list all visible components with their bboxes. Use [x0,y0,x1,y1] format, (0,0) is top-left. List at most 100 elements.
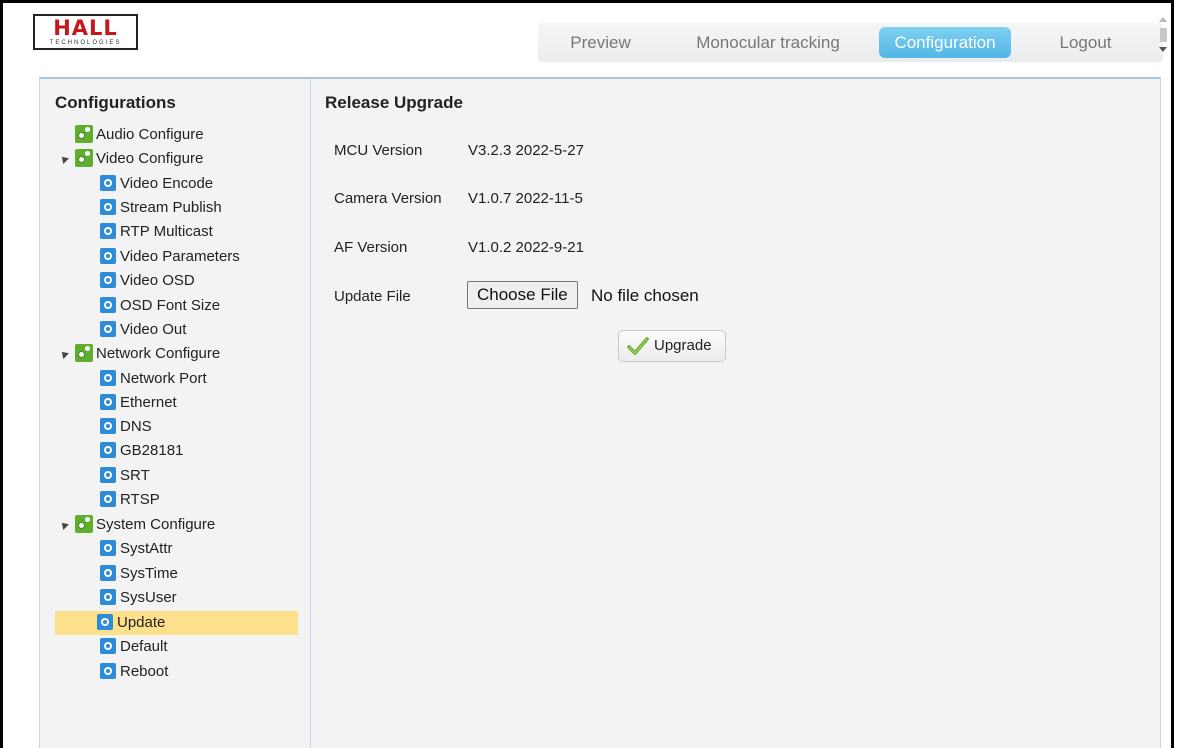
tree-item-inner: Update [97,611,165,635]
tree-item-label: Video Encode [120,175,214,192]
tree-item-label: Reboot [120,663,169,680]
tree-item-label: SystAttr [120,540,173,557]
config-item-icon [100,297,116,313]
tree-item-label: OSD Font Size [120,297,221,314]
upgrade-content: Release Upgrade MCU Version V3.2.3 2022-… [311,79,1160,748]
expanded-arrow-icon[interactable] [59,349,69,359]
config-item-icon [100,223,116,239]
content-title: Release Upgrade [325,93,463,112]
tree-group-network-configure[interactable]: Network Configure [59,342,221,366]
tree-item-label: SRT [120,467,150,484]
config-item-icon [100,248,116,264]
config-item-icon [100,394,116,410]
tree-item-label: Update [117,614,166,631]
config-item-icon [97,614,113,630]
tree-item-label: SysTime [120,565,178,582]
tree-item-label: GB28181 [120,442,184,459]
expanded-arrow-icon[interactable] [59,520,69,530]
config-item-icon [100,175,116,191]
upgrade-button-label: Upgrade [654,337,712,354]
tree-item-stream-publish[interactable]: Stream Publish [100,196,222,220]
config-item-icon [100,638,116,654]
tree-item-systime[interactable]: SysTime [100,562,178,586]
config-group-icon [75,515,93,533]
tree-item-video-out[interactable]: Video Out [100,318,186,342]
config-item-icon [100,540,116,556]
tree-item-label: SysUser [120,589,177,606]
nav-preview[interactable]: Preview [538,23,663,62]
tree-item-label: RTSP [120,491,160,508]
logo-subtext: TECHNOLOGIES [49,40,122,46]
tree-item-systattr[interactable]: SystAttr [100,537,173,561]
tree-group-label: Video Configure [96,150,204,167]
tree-group-label: Network Configure [96,345,221,362]
config-item-icon [100,442,116,458]
logo-text: HALL [53,16,118,40]
tree-item-label: Video Out [120,321,187,338]
top-nav: Preview Monocular tracking Configuration… [538,23,1163,62]
sidebar-title: Configurations [55,93,176,112]
config-item-icon [100,418,116,434]
tree-item-reboot[interactable]: Reboot [100,660,168,684]
tree-item-rtp-multicast[interactable]: RTP Multicast [100,220,213,244]
tree-group-system-configure[interactable]: System Configure [59,513,215,537]
tree-item-srt[interactable]: SRT [100,464,150,488]
hall-logo: HALL TECHNOLOGIES [33,14,138,50]
upgrade-button[interactable]: Upgrade [618,330,726,362]
nav-logout[interactable]: Logout [1028,23,1143,62]
nav-monocular-tracking[interactable]: Monocular tracking [663,23,873,62]
tree-item-video-encode[interactable]: Video Encode [100,172,213,196]
config-group-icon [75,344,93,362]
tree-item-label: Video Parameters [120,248,240,265]
config-item-icon [100,491,116,507]
scroll-down-arrow-icon[interactable] [1159,47,1167,52]
camera-version-value: V1.0.7 2022-11-5 [468,190,583,207]
tree-item-label: Default [120,638,168,655]
tree-item-sysuser[interactable]: SysUser [100,586,177,610]
main-panel: Configurations Audio Configure Video Con… [39,77,1161,748]
config-item-icon [100,467,116,483]
tree-item-update[interactable]: Update [55,611,298,635]
config-group-icon [75,125,93,143]
scrollbar-thumb[interactable] [1160,28,1167,42]
expanded-arrow-icon[interactable] [59,154,69,164]
camera-version-label: Camera Version [334,190,442,207]
config-item-icon [100,272,116,288]
config-sidebar: Configurations Audio Configure Video Con… [40,79,311,748]
tree-item-gb28181[interactable]: GB28181 [100,439,183,463]
choose-file-button[interactable]: Choose File [467,281,578,309]
config-item-icon [100,589,116,605]
tree-item-label: Video OSD [120,272,195,289]
checkmark-icon [627,337,649,355]
tree-item-default[interactable]: Default [100,635,168,659]
config-item-icon [100,321,116,337]
tree-group-video-configure[interactable]: Video Configure [59,147,204,171]
tree-item-video-parameters[interactable]: Video Parameters [100,245,240,269]
config-group-icon [75,149,93,167]
tree-item-video-osd[interactable]: Video OSD [100,269,195,293]
config-item-icon [100,565,116,581]
config-item-icon [100,199,116,215]
mcu-version-label: MCU Version [334,142,423,159]
tree-group-label: Audio Configure [96,126,204,143]
tree-item-label: Network Port [120,370,207,387]
tree-group-audio-configure[interactable]: Audio Configure [75,123,204,147]
mcu-version-value: V3.2.3 2022-5-27 [468,142,584,159]
af-version-label: AF Version [334,239,408,256]
config-item-icon [100,370,116,386]
tree-item-ethernet[interactable]: Ethernet [100,391,177,415]
tree-item-osd-font-size[interactable]: OSD Font Size [100,294,220,318]
scroll-up-arrow-icon[interactable] [1159,17,1167,22]
tree-item-rtsp[interactable]: RTSP [100,488,160,512]
config-item-icon [100,663,116,679]
tree-item-dns[interactable]: DNS [100,415,152,439]
tree-item-network-port[interactable]: Network Port [100,367,207,391]
nav-configuration[interactable]: Configuration [879,27,1011,58]
tree-item-label: RTP Multicast [120,223,213,240]
af-version-value: V1.0.2 2022-9-21 [468,239,584,256]
file-status-text: No file chosen [591,286,699,305]
tree-item-label: Stream Publish [120,199,222,216]
tree-item-label: DNS [120,418,152,435]
tree-item-label: Ethernet [120,394,177,411]
header: HALL TECHNOLOGIES Preview Monocular trac… [3,3,1171,71]
